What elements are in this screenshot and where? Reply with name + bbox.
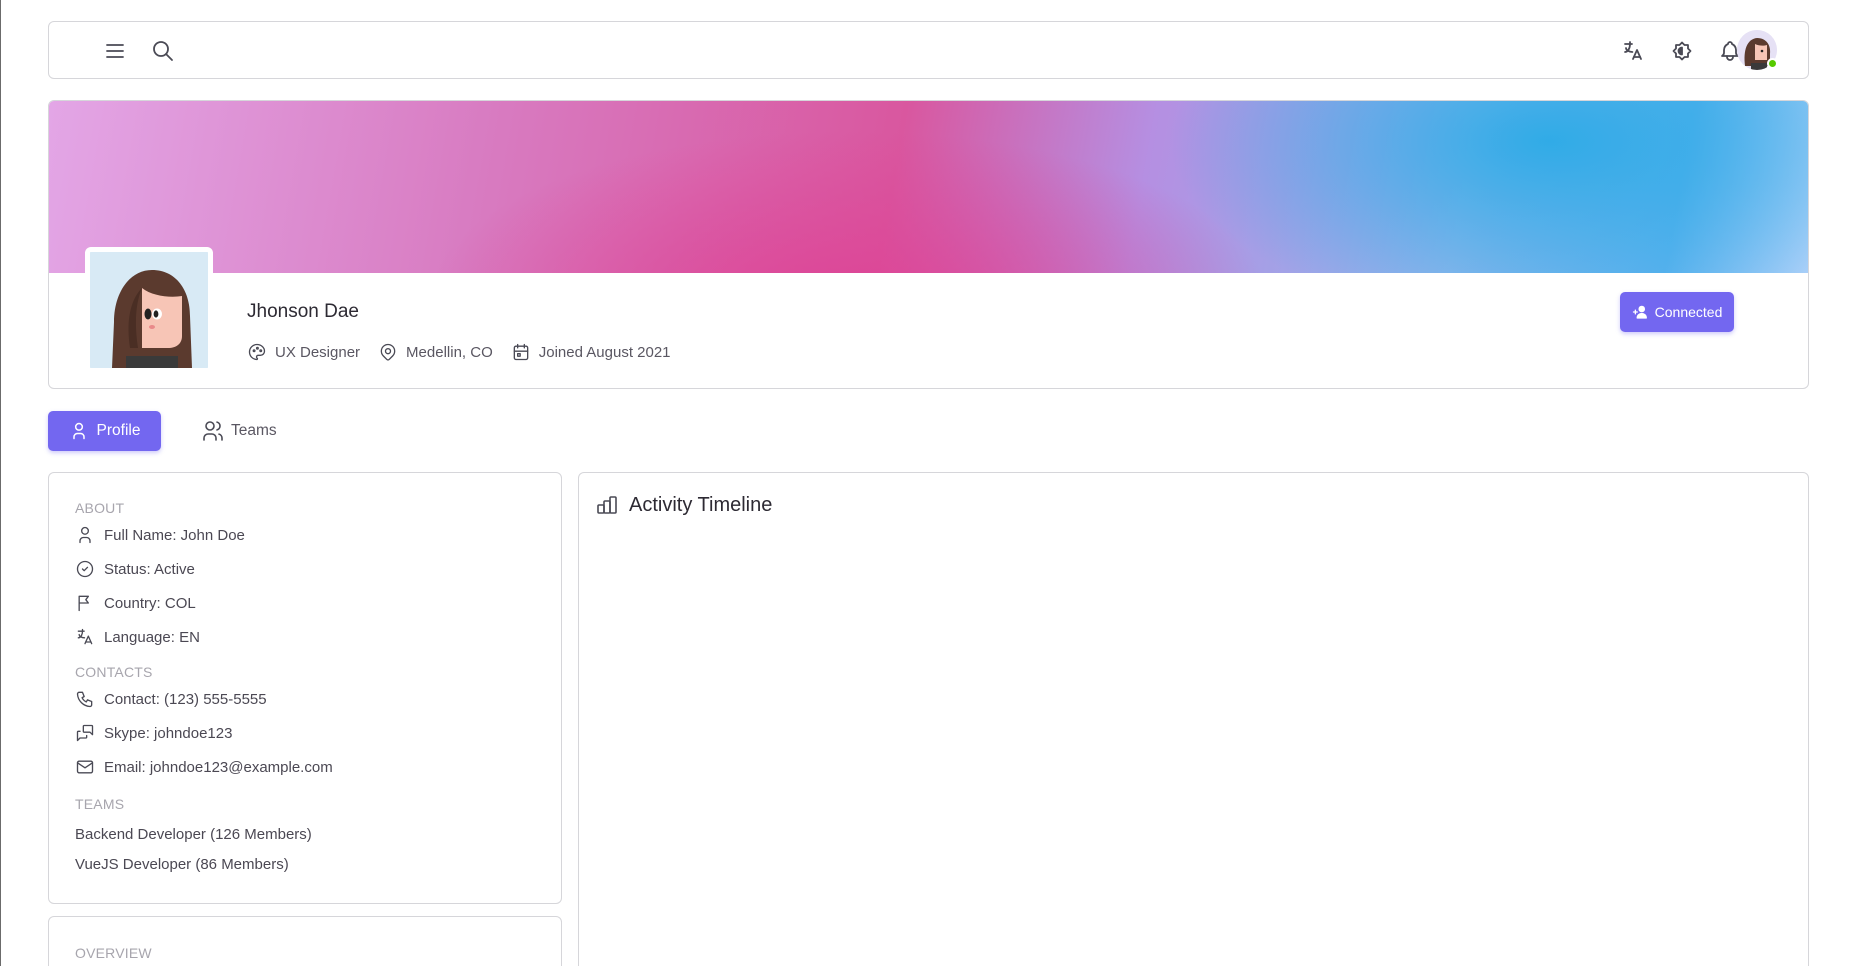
team-item: Backend Developer (126 Members) (75, 826, 312, 843)
theme-icon[interactable] (1668, 37, 1696, 65)
profile-meta: UX Designer Medellin, CO Joined August 2… (247, 341, 689, 363)
overview-section-title: OVERVIEW (75, 945, 152, 961)
tab-profile-label: Profile (96, 422, 141, 439)
profile-header-card: Jhonson Dae UX Designer Medellin, CO Joi… (48, 100, 1809, 389)
profile-joined-text: Joined August 2021 (538, 343, 671, 361)
connected-button[interactable]: Connected (1620, 292, 1734, 332)
profile-location: Medellin, CO (378, 342, 493, 362)
top-navbar (48, 21, 1809, 79)
profile-name: Jhonson Dae (247, 301, 359, 322)
contacts-section-title: CONTACTS (75, 664, 153, 680)
tab-profile[interactable]: Profile (48, 411, 161, 451)
check-circle-icon (76, 560, 94, 578)
mail-icon (76, 760, 94, 774)
activity-timeline-header: Activity Timeline (595, 493, 772, 517)
profile-location-text: Medellin, CO (406, 343, 493, 361)
connected-button-label: Connected (1654, 304, 1723, 320)
menu-icon[interactable] (101, 37, 129, 65)
about-status-text: Status: Active (104, 560, 195, 578)
translate-icon[interactable] (1619, 37, 1647, 65)
about-status: Status: Active (75, 559, 195, 579)
about-language-text: Language: EN (104, 628, 200, 646)
flag-icon (78, 595, 89, 612)
contact-email-text: Email: johndoe123@example.com (104, 758, 333, 776)
chart-bar-icon (597, 496, 617, 514)
user-plus-icon (1632, 305, 1647, 319)
translate-icon (77, 628, 93, 645)
contact-skype-text: Skype: johndoe123 (104, 724, 233, 742)
about-section-title: ABOUT (75, 500, 125, 516)
about-card: ABOUT Full Name: John Doe Status: Active… (48, 472, 562, 904)
online-status-dot (1767, 58, 1778, 69)
calendar-icon (513, 343, 529, 361)
about-country: Country: COL (75, 593, 196, 613)
palette-icon (248, 343, 266, 361)
activity-timeline-card: Activity Timeline (578, 472, 1809, 966)
teams-section-title: TEAMS (75, 796, 125, 812)
user-icon (79, 526, 91, 544)
search-icon[interactable] (149, 37, 177, 65)
contact-phone-text: Contact: (123) 555-5555 (104, 690, 267, 708)
profile-photo (85, 247, 213, 373)
profile-joined: Joined August 2021 (511, 342, 671, 362)
overview-card: OVERVIEW (48, 916, 562, 966)
user-icon (72, 422, 85, 440)
activity-timeline-title: Activity Timeline (629, 493, 773, 516)
about-full-name-text: Full Name: John Doe (104, 526, 245, 544)
profile-role: UX Designer (247, 342, 360, 362)
profile-banner (49, 101, 1808, 273)
contact-email: Email: johndoe123@example.com (75, 757, 333, 777)
map-pin-icon (380, 343, 396, 361)
messages-icon (76, 724, 94, 742)
about-full-name: Full Name: John Doe (75, 525, 245, 545)
tab-teams[interactable]: Teams (201, 411, 301, 451)
profile-role-text: UX Designer (275, 343, 361, 361)
about-language: Language: EN (75, 627, 200, 647)
phone-icon (76, 691, 93, 708)
users-icon (203, 421, 223, 441)
tab-teams-label: Teams (231, 422, 277, 439)
contact-skype: Skype: johndoe123 (75, 723, 232, 743)
about-country-text: Country: COL (104, 594, 196, 612)
team-item: VueJS Developer (86 Members) (75, 856, 289, 873)
avatar[interactable] (1737, 30, 1778, 70)
contact-phone: Contact: (123) 555-5555 (75, 689, 267, 709)
